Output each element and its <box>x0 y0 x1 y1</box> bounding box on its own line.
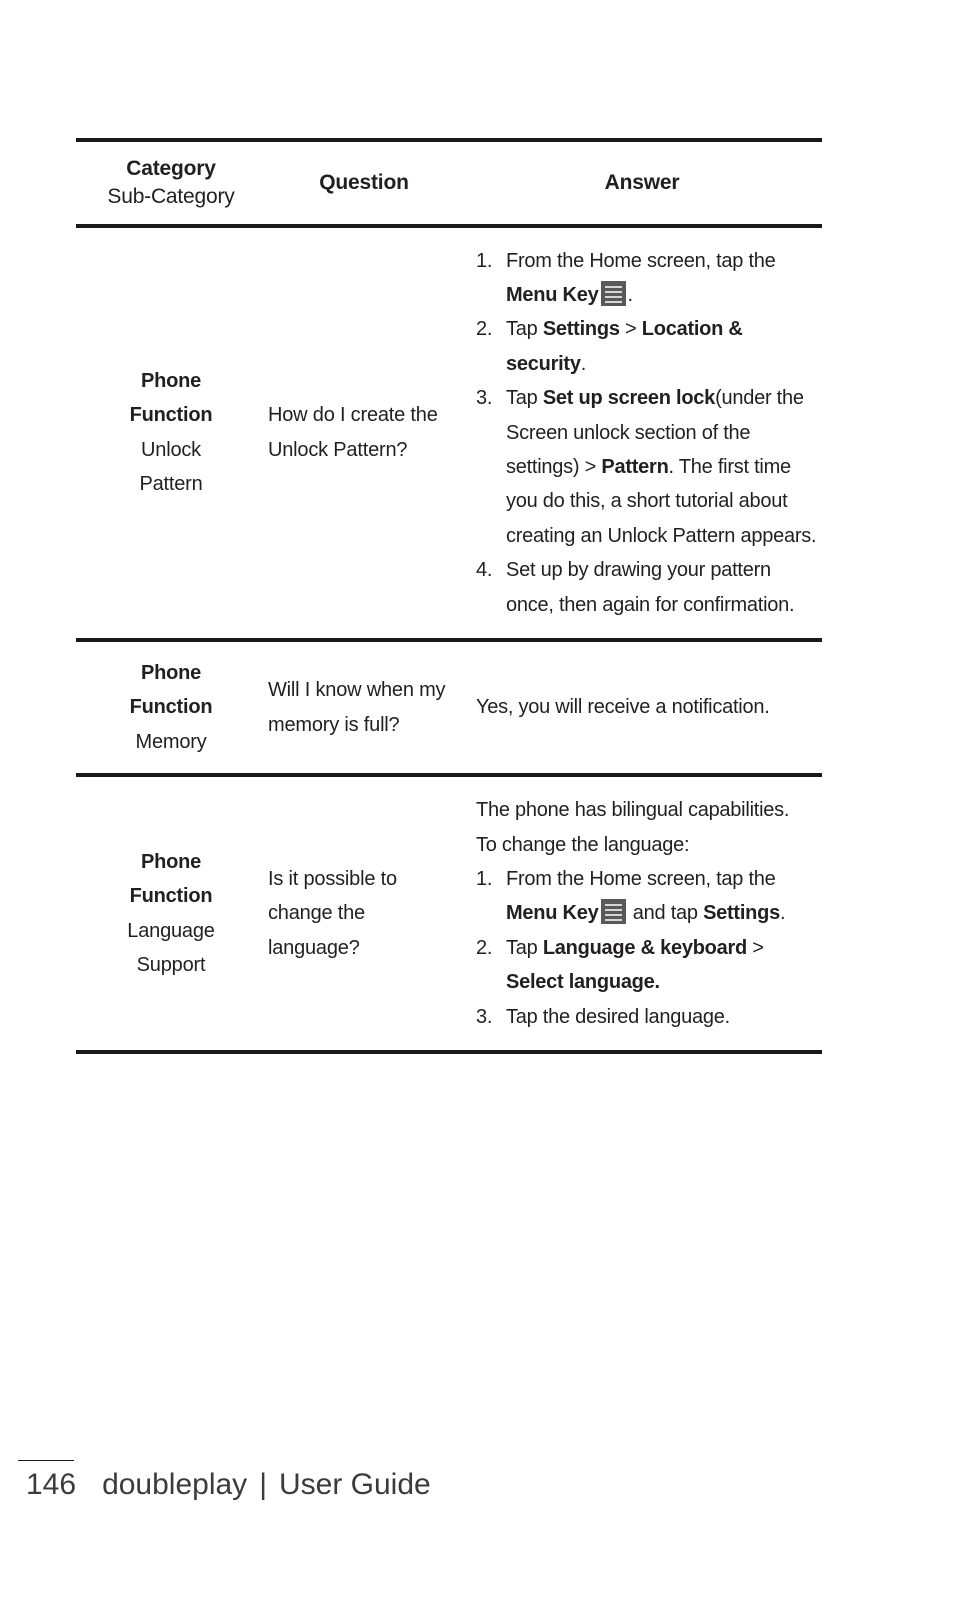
cell-question: Will I know when my memory is full? <box>266 640 462 775</box>
body-text: Set up by drawing your pattern once, the… <box>506 559 795 616</box>
category-main-line: Function <box>129 404 213 427</box>
emphasis-text: Language & keyboard <box>542 936 747 959</box>
body-text: Tap <box>506 387 543 410</box>
table-row: Phone Function Memory Will I know when my m… <box>76 640 822 776</box>
answer-step: 1. From the Home screen, tap the Menu Key… <box>476 244 818 313</box>
answer-step: 4. Set up by drawing your pattern once, t… <box>476 553 818 622</box>
emphasis-text: Select language. <box>506 971 660 994</box>
body-text: Tap <box>506 936 543 959</box>
header-cell-question: Question <box>266 140 462 226</box>
body-text: From the Home screen, tap the <box>506 867 776 890</box>
emphasis-text: Set up screen lock <box>542 387 716 410</box>
header-cell-category: Category Sub-Category <box>76 140 266 226</box>
header-cell-answer: Answer <box>462 140 822 226</box>
step-number: 1. <box>476 249 493 272</box>
footer-separator: | <box>259 1468 267 1501</box>
answer-step: 2. Tap Settings > Location & security. <box>476 312 818 381</box>
emphasis-text: Menu Key <box>506 902 599 925</box>
footer-product-name: doubleplay <box>102 1468 248 1501</box>
header-answer: Answer <box>604 171 680 195</box>
menu-key-icon <box>601 281 627 307</box>
body-text: > <box>619 318 642 341</box>
page-footer: 146 doubleplay | User Guide <box>26 1468 431 1502</box>
table-row: Phone Function Language Support Is it possib… <box>76 775 822 1052</box>
cell-category: Phone Function Memory <box>76 640 266 775</box>
body-text: . <box>779 902 786 925</box>
step-number: 4. <box>476 559 493 582</box>
header-category-sub: Sub-Category <box>107 185 235 209</box>
emphasis-text: Settings <box>542 318 620 341</box>
category-main-line: Function <box>129 696 213 719</box>
cell-category: Phone Function Language Support <box>76 775 266 1052</box>
table-header: Category Sub-Category Question Answer <box>76 140 822 226</box>
category-main-line: Function <box>129 885 213 908</box>
body-text: From the Home screen, tap the <box>506 249 776 272</box>
body-text: . <box>627 284 633 307</box>
footer-page-number: 146 <box>26 1468 77 1501</box>
faq-table: Category Sub-Category Question Answer Ph… <box>76 138 822 1054</box>
body-text: > <box>747 936 764 959</box>
page-canvas: Category Sub-Category Question Answer Ph… <box>0 0 954 1621</box>
body-text: Tap <box>506 318 543 341</box>
body-text: and tap <box>627 902 704 925</box>
answer-step-list: 1. From the Home screen, tap the Menu Key… <box>476 244 818 622</box>
body-text: . <box>580 352 587 375</box>
table-body: Phone Function Unlock Pattern How do I creat… <box>76 226 822 1052</box>
answer-step: 3. Tap the desired language. <box>476 1000 818 1034</box>
emphasis-text: Settings <box>703 902 780 925</box>
category-sub-line: Pattern <box>139 473 203 496</box>
cell-category: Phone Function Unlock Pattern <box>76 226 266 640</box>
category-main-line: Phone <box>140 661 202 684</box>
category-sub-line: Support <box>136 953 206 976</box>
table-header-row: Category Sub-Category Question Answer <box>76 140 822 226</box>
cell-answer: The phone has bilingual capabilities. To … <box>462 775 822 1052</box>
category-sub-line: Unlock <box>141 438 201 461</box>
step-number: 1. <box>476 867 493 890</box>
header-question: Question <box>319 171 409 195</box>
answer-step: 3. Tap Set up screen lock(under the Scree… <box>476 381 818 553</box>
answer-step-list: 1. From the Home screen, tap the Menu Key… <box>476 862 818 1034</box>
question-text: Will I know when my memory is full? <box>268 678 446 736</box>
category-sub-line: Memory <box>135 730 207 753</box>
footer-doc-type: User Guide <box>278 1468 431 1501</box>
answer-step: 1. From the Home screen, tap the Menu Key… <box>476 862 818 931</box>
answer-step: 2. Tap Language & keyboard > Select langu… <box>476 931 818 1000</box>
step-number: 2. <box>476 318 493 341</box>
category-sub-line: Language <box>127 919 215 942</box>
emphasis-text: Pattern <box>601 456 669 479</box>
step-number: 3. <box>476 387 493 410</box>
step-number: 3. <box>476 1005 493 1028</box>
emphasis-text: Menu Key <box>506 284 599 307</box>
answer-paragraph: The phone has bilingual capabilities. <box>476 799 790 822</box>
answer-paragraph: To change the language: <box>476 833 690 856</box>
cell-answer: Yes, you will receive a notification. <box>462 640 822 775</box>
cell-answer: 1. From the Home screen, tap the Menu Key… <box>462 226 822 640</box>
header-category-main: Category <box>126 157 216 180</box>
cell-question: Is it possible to change the language? <box>266 775 462 1052</box>
category-main-line: Phone <box>140 850 202 873</box>
category-main-line: Phone <box>140 370 202 393</box>
question-text: Is it possible to change the language? <box>268 867 397 959</box>
answer-paragraph: Yes, you will receive a notification. <box>476 696 770 719</box>
menu-key-icon <box>601 899 627 925</box>
step-number: 2. <box>476 936 493 959</box>
cell-question: How do I create the Unlock Pattern? <box>266 226 462 640</box>
footer-divider <box>18 1460 74 1461</box>
question-text: How do I create the Unlock Pattern? <box>268 404 438 461</box>
table-row: Phone Function Unlock Pattern How do I creat… <box>76 226 822 640</box>
body-text: Tap the desired language. <box>506 1005 730 1028</box>
